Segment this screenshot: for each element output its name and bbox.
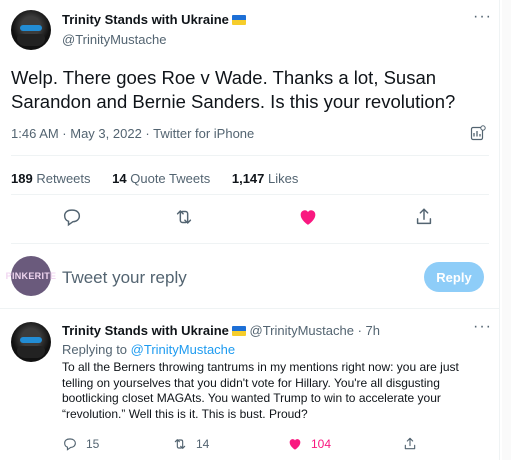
user-avatar[interactable]: PINKERITE <box>6 256 56 296</box>
divider <box>11 243 489 244</box>
author-name[interactable]: Trinity Stands with Ukraine <box>62 323 229 338</box>
share-action[interactable] <box>402 436 418 452</box>
likes-label: Likes <box>268 171 299 186</box>
reply-input[interactable]: Tweet your reply <box>62 268 187 288</box>
replying-to-link[interactable]: @TrinityMustache <box>131 342 235 357</box>
author-name[interactable]: Trinity Stands with Ukraine <box>62 12 246 27</box>
heart-icon[interactable] <box>287 436 303 452</box>
likes-count: 1,147 <box>231 171 265 186</box>
retweets-label: Retweets <box>36 171 91 186</box>
divider <box>11 155 489 156</box>
more-icon[interactable]: ··· <box>473 8 492 26</box>
retweet-action[interactable]: 14 <box>172 436 209 452</box>
divider <box>0 308 500 309</box>
avatar[interactable] <box>11 10 51 50</box>
reply-count: 15 <box>86 437 100 451</box>
quotes-label: Quote Tweets <box>130 171 211 186</box>
author-handle[interactable]: @TrinityMustache · 7h <box>250 323 380 338</box>
like-action[interactable]: 104 <box>287 436 331 452</box>
tweet-timestamp[interactable]: 1:46 AM · May 3, 2022 · Twitter for iPho… <box>11 126 254 141</box>
heart-icon[interactable] <box>297 206 319 228</box>
reply-button[interactable]: Reply <box>424 262 484 292</box>
retweet-count: 14 <box>196 437 210 451</box>
more-icon[interactable]: ··· <box>473 318 492 336</box>
ukraine-flag-icon <box>231 326 246 336</box>
retweets-count: 189 <box>11 171 33 186</box>
author-handle[interactable]: @TrinityMustache <box>62 32 166 47</box>
tweet-thread: Trinity Stands with Ukraine @TrinityMust… <box>0 0 500 460</box>
scrollbar[interactable] <box>502 0 511 460</box>
reply-icon[interactable] <box>62 436 78 452</box>
reply-icon[interactable] <box>61 206 83 228</box>
likes-stat[interactable]: 1,147 Likes <box>232 171 299 186</box>
ukraine-flag-icon <box>231 15 246 25</box>
quotes-stat[interactable]: 14 Quote Tweets <box>112 171 210 186</box>
replying-prefix: Replying to <box>62 342 128 357</box>
share-icon[interactable] <box>402 436 418 452</box>
reply-action[interactable]: 15 <box>62 436 99 452</box>
reply-header: Trinity Stands with Ukraine @TrinityMust… <box>62 323 380 338</box>
reply-actions: 15 14 104 <box>62 436 482 454</box>
author-name-text[interactable]: Trinity Stands with Ukraine <box>62 12 229 27</box>
retweet-icon[interactable] <box>173 206 195 228</box>
divider <box>11 194 489 195</box>
reply-text: To all the Berners throwing tantrums in … <box>62 360 459 421</box>
share-icon[interactable] <box>413 206 435 228</box>
tweet-text: Welp. There goes Roe v Wade. Thanks a lo… <box>11 67 456 112</box>
quotes-count: 14 <box>112 171 127 186</box>
analytics-icon[interactable] <box>470 125 486 141</box>
retweets-stat[interactable]: 189 Retweets <box>11 171 91 186</box>
tweet-actions <box>0 206 500 234</box>
retweet-icon[interactable] <box>172 436 188 452</box>
replying-to: Replying to @TrinityMustache <box>62 342 235 357</box>
avatar[interactable] <box>11 322 51 362</box>
like-count: 104 <box>311 437 332 451</box>
tweet-stats: 189 Retweets 14 Quote Tweets 1,147 Likes <box>11 171 316 186</box>
